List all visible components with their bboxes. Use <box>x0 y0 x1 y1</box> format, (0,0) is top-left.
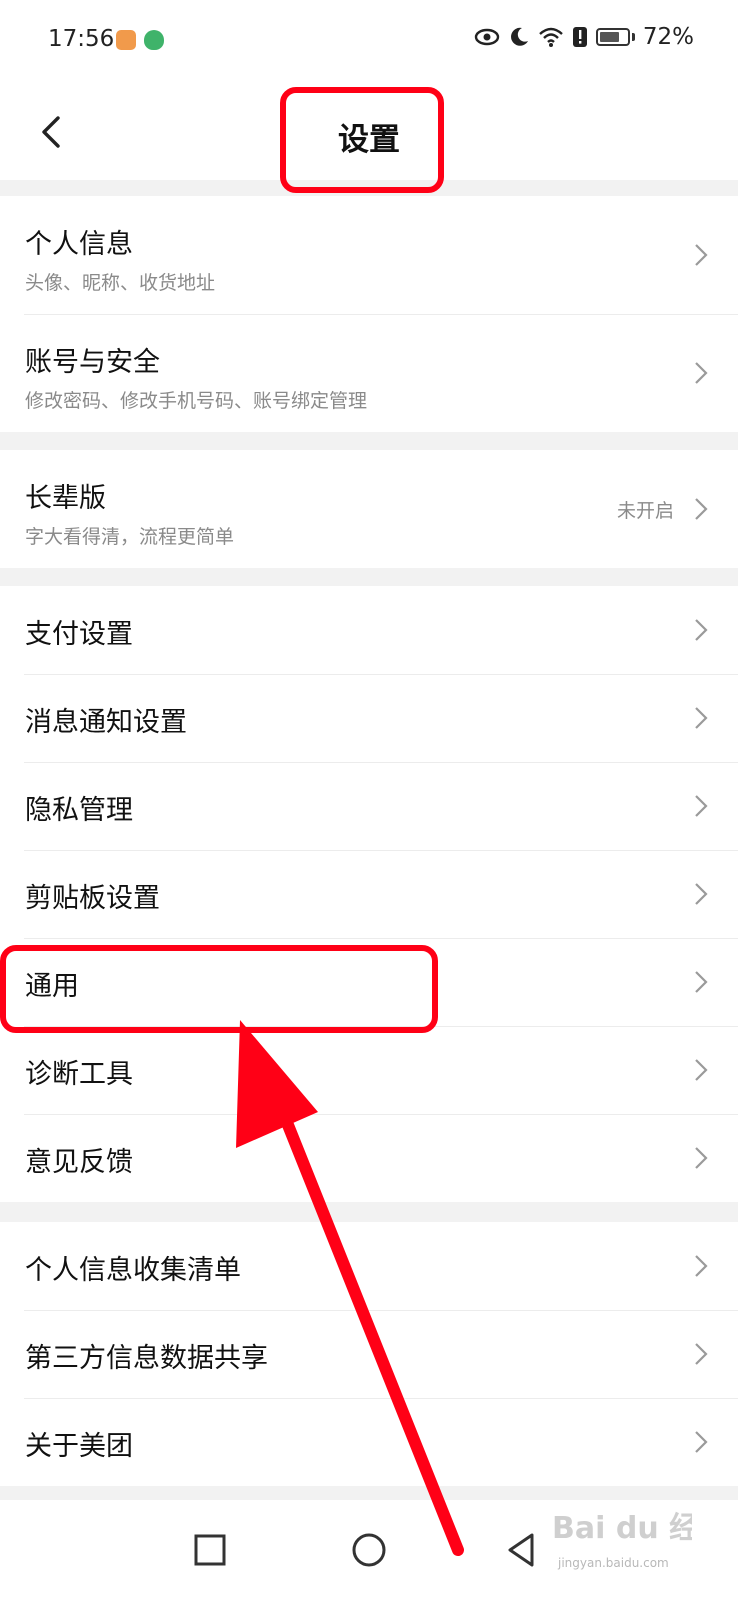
chevron-right-icon <box>695 1059 708 1081</box>
settings-group: 支付设置 消息通知设置 隐私管理 剪贴板设置 通用 诊断工具 意见反馈 <box>0 586 738 1202</box>
battery-percent: 72% <box>642 24 694 50</box>
alert-icon <box>572 27 587 47</box>
recent-apps-icon[interactable] <box>186 1526 234 1574</box>
chevron-right-icon <box>695 883 708 905</box>
chevron-right-icon <box>695 971 708 993</box>
list-item-label: 消息通知设置 <box>25 707 187 738</box>
chevron-right-icon <box>695 362 708 384</box>
list-item-label: 长辈版 <box>25 483 106 514</box>
home-icon[interactable] <box>345 1526 393 1574</box>
list-item-label: 个人信息收集清单 <box>25 1255 241 1286</box>
list-item-elder-mode[interactable]: 长辈版 字大看得清，流程更简单 未开启 <box>0 450 738 568</box>
list-item-diagnostic-tools[interactable]: 诊断工具 <box>0 1026 738 1114</box>
battery-icon <box>595 28 630 46</box>
info-group: 个人信息收集清单 第三方信息数据共享 关于美团 <box>0 1222 738 1486</box>
list-item-label: 隐私管理 <box>25 795 133 826</box>
list-item-subtitle: 字大看得清，流程更简单 <box>25 526 235 548</box>
chevron-right-icon <box>695 244 708 266</box>
status-icons: 72% <box>474 24 694 50</box>
list-item-label: 账号与安全 <box>25 347 160 378</box>
chevron-right-icon <box>695 707 708 729</box>
chevron-right-icon <box>695 1255 708 1277</box>
list-item-label: 剪贴板设置 <box>25 883 160 914</box>
wifi-icon <box>539 27 563 47</box>
list-item-privacy[interactable]: 隐私管理 <box>0 762 738 850</box>
list-item-label: 第三方信息数据共享 <box>25 1343 268 1374</box>
watermark-url: jingyan.baidu.com <box>558 1556 669 1570</box>
battery-tip <box>631 33 635 41</box>
list-item-label: 诊断工具 <box>25 1059 133 1090</box>
elder-mode-status: 未开启 <box>616 500 674 522</box>
chevron-right-icon <box>695 1343 708 1365</box>
list-item-label: 个人信息 <box>25 229 133 260</box>
list-item-feedback[interactable]: 意见反馈 <box>0 1114 738 1202</box>
chevron-right-icon <box>695 619 708 641</box>
chevron-right-icon <box>695 1431 708 1453</box>
list-item-label: 支付设置 <box>25 619 133 650</box>
chevron-right-icon <box>695 498 708 520</box>
title-highlight-box <box>280 87 444 193</box>
list-item-payment-settings[interactable]: 支付设置 <box>0 586 738 674</box>
back-triangle-icon[interactable] <box>498 1526 546 1574</box>
shield-icon <box>144 30 164 50</box>
app-notification-icon <box>116 30 136 50</box>
account-group: 个人信息 头像、昵称、收货地址 账号与安全 修改密码、修改手机号码、账号绑定管理 <box>0 196 738 432</box>
list-item-account-security[interactable]: 账号与安全 修改密码、修改手机号码、账号绑定管理 <box>0 314 738 432</box>
list-item-label: 关于美团 <box>25 1431 133 1462</box>
list-item-about[interactable]: 关于美团 <box>0 1398 738 1486</box>
elder-mode-group: 长辈版 字大看得清，流程更简单 未开启 <box>0 450 738 568</box>
watermark-logo-text: Bai du 经验 <box>552 1511 692 1546</box>
list-item-third-party-sharing[interactable]: 第三方信息数据共享 <box>0 1310 738 1398</box>
chevron-right-icon <box>695 1147 708 1169</box>
status-bar: 17:56 72% <box>0 0 738 84</box>
chevron-right-icon <box>695 795 708 817</box>
eye-icon <box>474 28 500 46</box>
status-time: 17:56 <box>48 26 115 52</box>
list-item-subtitle: 头像、昵称、收货地址 <box>25 272 216 294</box>
list-item-clipboard-settings[interactable]: 剪贴板设置 <box>0 850 738 938</box>
moon-icon <box>510 27 528 46</box>
list-item-personal-info[interactable]: 个人信息 头像、昵称、收货地址 <box>0 196 738 314</box>
list-item-label: 意见反馈 <box>25 1147 133 1178</box>
list-item-notification-settings[interactable]: 消息通知设置 <box>0 674 738 762</box>
list-item-subtitle: 修改密码、修改手机号码、账号绑定管理 <box>25 390 368 412</box>
general-highlight-box <box>0 945 438 1033</box>
baidu-jingyan-watermark: Bai du 经验 <box>552 1511 692 1546</box>
list-item-data-collection-list[interactable]: 个人信息收集清单 <box>0 1222 738 1310</box>
